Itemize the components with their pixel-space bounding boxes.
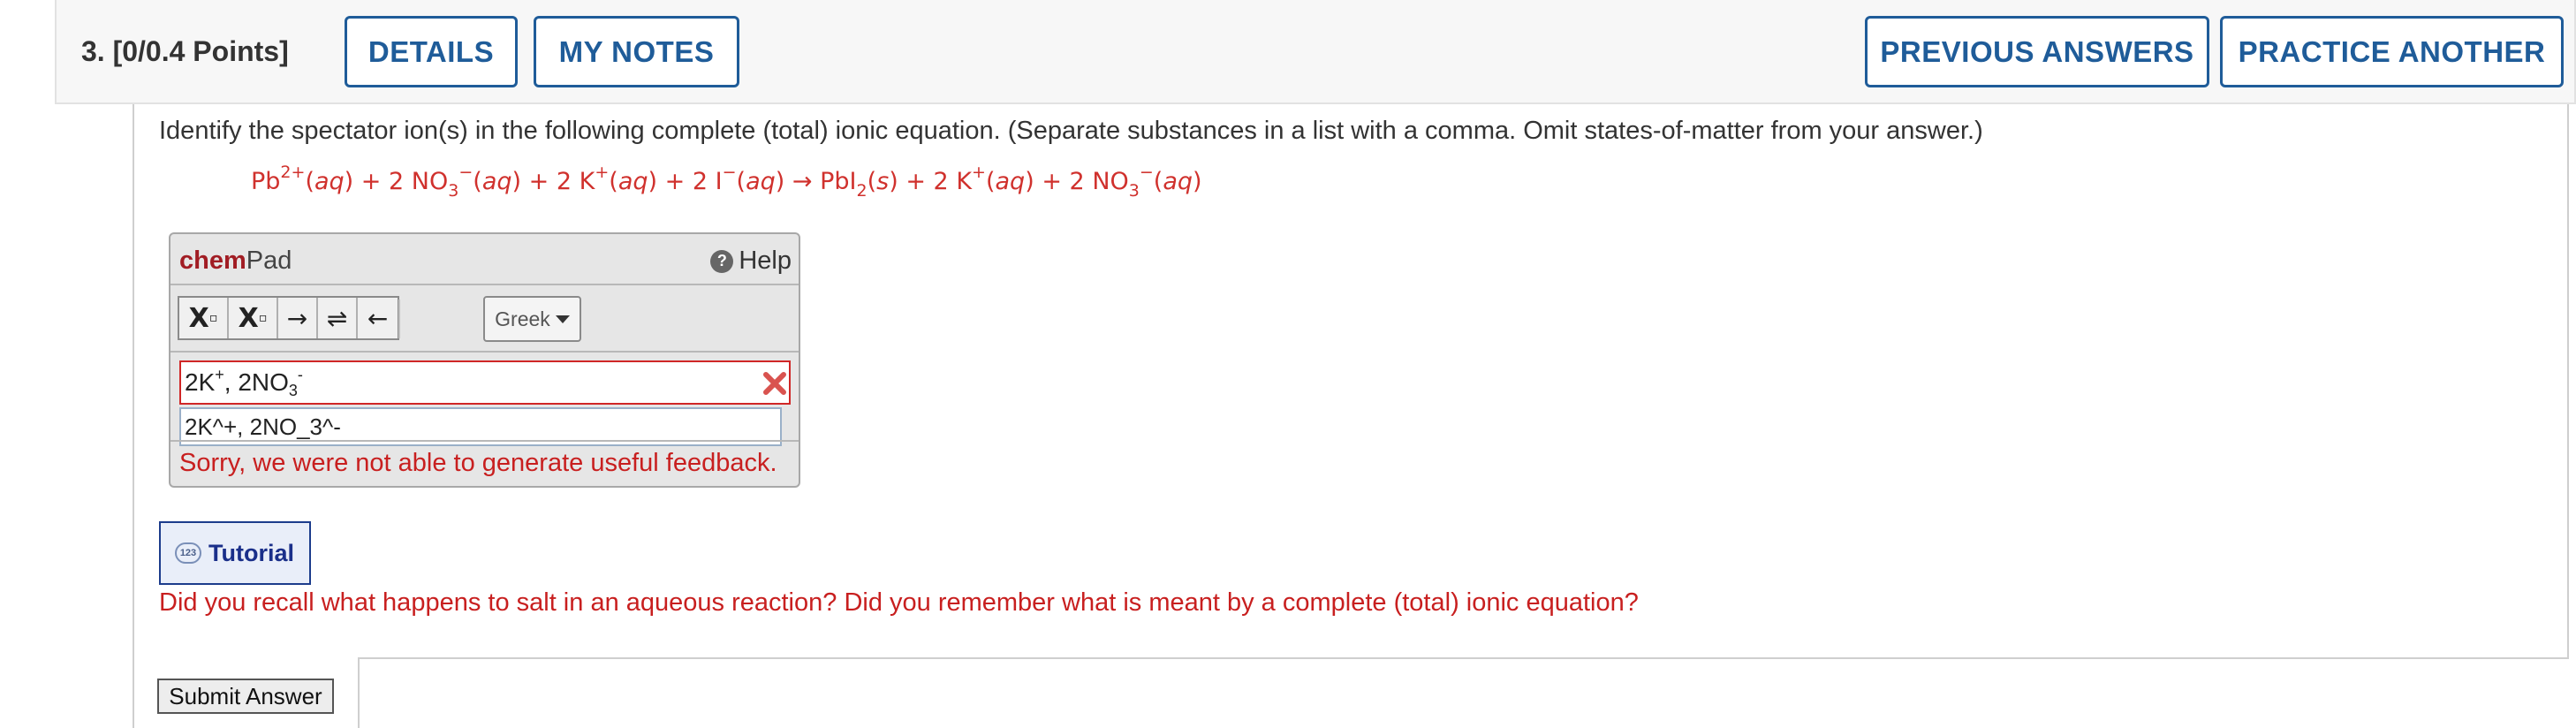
caret-down-icon [555, 315, 570, 323]
panel-border [358, 657, 2569, 659]
format-toolgroup: X ▫ X ▫ → ⇌ ← [178, 296, 399, 340]
arrow-left-button[interactable]: ← [358, 298, 398, 338]
previous-answers-button[interactable]: PREVIOUS ANSWERS [1865, 16, 2209, 87]
panel-border [133, 104, 134, 728]
help-label: Help [739, 246, 792, 275]
panel-border [2567, 104, 2569, 657]
hint-text: Did you recall what happens to salt in a… [159, 588, 1639, 617]
practice-another-button[interactable]: PRACTICE ANOTHER [2220, 16, 2564, 87]
arrow-right-button[interactable]: → [278, 298, 318, 338]
feedback-divider [170, 440, 799, 442]
question-header: 3. [0/0.4 Points] DETAILS MY NOTES PREVI… [55, 0, 2576, 104]
chempad-toolbar: X ▫ X ▫ → ⇌ ← Greek [170, 285, 799, 353]
toolbar-divider [398, 300, 400, 338]
subscript-button[interactable]: X ▫ [179, 298, 229, 338]
rendered-answer: 2K+, 2NO3- [179, 360, 791, 405]
ionic-equation: Pb2+(aq) + 2 NO3−(aq) + 2 K+(aq) + 2 I−(… [251, 163, 1202, 201]
details-button[interactable]: DETAILS [345, 16, 518, 87]
chempad-header: chemPad ? Help [170, 234, 799, 285]
tutorial-label: Tutorial [208, 539, 294, 566]
chempad-widget: chemPad ? Help X ▫ X ▫ → ⇌ ← Greek 2K+, 2N… [169, 232, 800, 488]
superscript-button[interactable]: X ▫ [229, 298, 278, 338]
incorrect-x-icon [763, 372, 786, 395]
feedback-message: Sorry, we were not able to generate usef… [179, 449, 777, 477]
submit-answer-button[interactable]: Submit Answer [157, 679, 334, 714]
greek-label: Greek [495, 307, 550, 330]
question-prompt: Identify the spectator ion(s) in the fol… [159, 117, 1983, 145]
question-points-label: 3. [0/0.4 Points] [81, 35, 289, 67]
greek-dropdown[interactable]: Greek [483, 296, 581, 342]
tutorial-button[interactable]: 123 Tutorial [159, 521, 311, 585]
equilibrium-arrow-button[interactable]: ⇌ [318, 298, 358, 338]
help-icon: ? [710, 249, 734, 273]
help-link[interactable]: ? Help [710, 246, 792, 276]
my-notes-button[interactable]: MY NOTES [534, 16, 739, 87]
calculator-bubble-icon: 123 [175, 542, 201, 564]
chempad-title: chemPad [179, 246, 292, 275]
panel-border [358, 657, 360, 728]
